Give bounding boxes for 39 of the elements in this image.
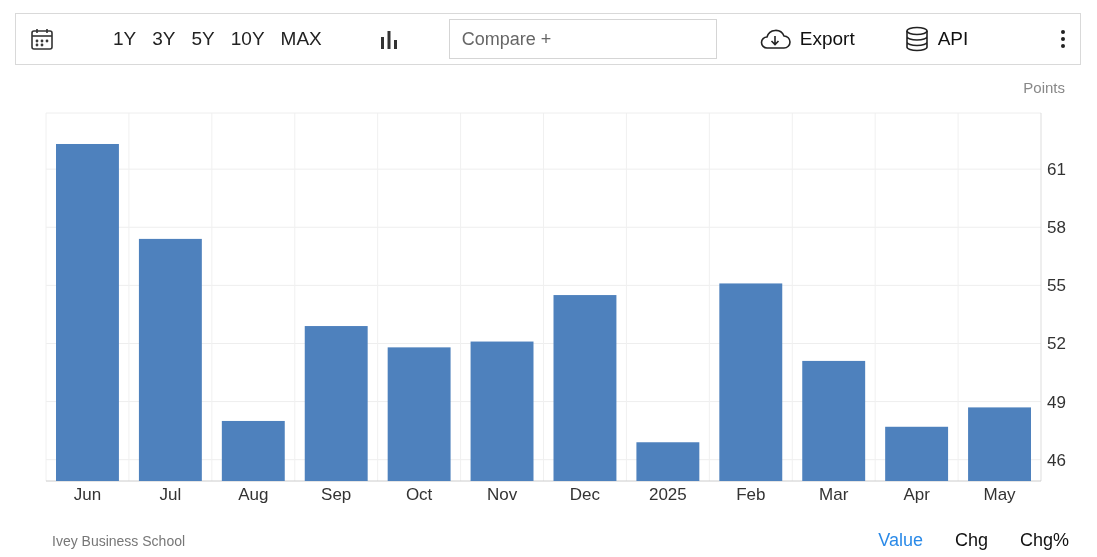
x-tick-label: Sep [321, 485, 352, 504]
compare-field[interactable]: Compare + [448, 19, 717, 59]
x-tick-label: May [983, 485, 1016, 504]
x-tick-label: Feb [736, 485, 766, 504]
view-tab[interactable]: Value [866, 530, 935, 551]
export-button[interactable]: Export [758, 28, 855, 50]
range-button[interactable]: 1Y [106, 28, 144, 50]
bar [885, 426, 949, 481]
range-button[interactable]: 10Y [223, 28, 272, 50]
y-tick-label: 58 [1047, 218, 1066, 238]
x-tick-label: Oct [405, 485, 433, 504]
range-button[interactable]: MAX [273, 28, 329, 50]
range-button[interactable]: 5Y [184, 28, 222, 50]
source-label: Ivey Business School [52, 532, 186, 549]
bar [221, 420, 285, 481]
range-button[interactable]: 3Y [145, 28, 183, 50]
more-icon[interactable] [1060, 29, 1066, 49]
x-tick-label: Nov [486, 485, 518, 504]
calendar-icon[interactable] [30, 27, 54, 51]
x-tick-label: Mar [819, 485, 849, 504]
y-tick-label: 61 [1047, 160, 1066, 180]
x-tick-label: Aug [238, 485, 269, 504]
y-tick-label: 52 [1047, 334, 1066, 354]
view-tab[interactable]: Chg% [1007, 530, 1081, 551]
bar-chart-icon[interactable] [378, 29, 399, 49]
x-tick-label: Dec [569, 485, 601, 504]
database-icon [904, 26, 929, 52]
cloud-download-icon [758, 28, 791, 50]
unit-label: Points [1023, 79, 1065, 96]
y-tick-label: 55 [1047, 276, 1066, 296]
x-tick-label: 2025 [648, 485, 687, 504]
view-tab[interactable]: Chg [942, 530, 1000, 551]
bar [636, 442, 700, 481]
x-tick-label: Jun [73, 485, 102, 504]
x-tick-label: Jul [159, 485, 182, 504]
api-button[interactable]: API [904, 26, 969, 52]
y-tick-label: 46 [1047, 450, 1066, 470]
x-tick-label: Apr [903, 485, 930, 504]
y-tick-label: 49 [1047, 392, 1066, 412]
